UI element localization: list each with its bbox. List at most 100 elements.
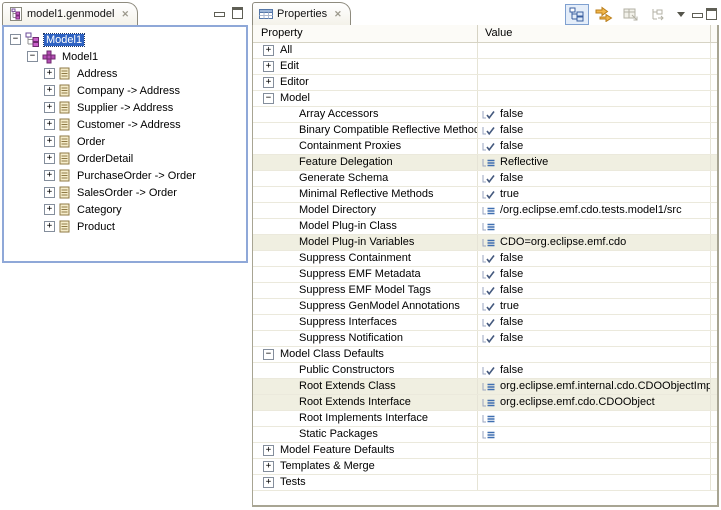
property-row[interactable]: Model Plug-in Class xyxy=(253,219,717,235)
expand-icon[interactable]: + xyxy=(44,153,55,164)
property-row[interactable]: Suppress Containment false xyxy=(253,251,717,267)
expand-icon[interactable]: + xyxy=(263,77,274,88)
tree-item[interactable]: + Address xyxy=(4,65,246,82)
property-row[interactable]: Static Packages xyxy=(253,427,717,443)
tree-item-package[interactable]: − Model1 xyxy=(4,48,246,65)
tree-item-label: Customer -> Address xyxy=(75,119,183,131)
expand-icon[interactable]: − xyxy=(10,34,21,45)
expand-icon[interactable]: + xyxy=(44,170,55,181)
expand-icon[interactable]: + xyxy=(44,187,55,198)
expand-icon[interactable]: − xyxy=(263,349,274,360)
property-label: Root Extends Class xyxy=(299,379,396,394)
tree-item-label: Category xyxy=(75,204,124,216)
tree-item[interactable]: + Order xyxy=(4,133,246,150)
expand-icon[interactable]: − xyxy=(27,51,38,62)
expand-icon[interactable]: + xyxy=(263,445,274,456)
value-icon xyxy=(482,190,496,200)
tree-item[interactable]: + PurchaseOrder -> Order xyxy=(4,167,246,184)
column-header-value[interactable]: Value xyxy=(478,25,711,42)
minimize-icon[interactable] xyxy=(692,13,703,18)
value-icon xyxy=(482,110,496,120)
expand-icon[interactable]: + xyxy=(263,477,274,488)
property-category-row[interactable]: + Model Feature Defaults xyxy=(253,443,717,459)
property-label: Suppress GenModel Annotations xyxy=(299,299,460,314)
minimize-icon[interactable] xyxy=(214,12,225,17)
expand-icon[interactable]: − xyxy=(263,93,274,104)
tree-item[interactable]: + Supplier -> Address xyxy=(4,99,246,116)
expand-icon[interactable]: + xyxy=(44,136,55,147)
property-row[interactable]: Root Extends Interface org.eclipse.emf.c… xyxy=(253,395,717,411)
column-header-property[interactable]: Property xyxy=(253,25,478,42)
property-row[interactable]: Suppress GenModel Annotations true xyxy=(253,299,717,315)
property-row[interactable]: Feature Delegation Reflective xyxy=(253,155,717,171)
row-sliver xyxy=(711,171,717,186)
expand-icon[interactable]: + xyxy=(263,61,274,72)
editor-tab[interactable]: model1.genmodel ✕ xyxy=(2,2,138,25)
tree-item-label: Product xyxy=(75,221,117,233)
property-value: /org.eclipse.emf.cdo.tests.model1/src xyxy=(500,203,682,218)
property-row[interactable]: Suppress Notification false xyxy=(253,331,717,347)
property-row[interactable]: Suppress EMF Metadata false xyxy=(253,267,717,283)
property-row[interactable]: Root Implements Interface xyxy=(253,411,717,427)
property-category-row[interactable]: + All xyxy=(253,43,717,59)
close-icon[interactable]: ✕ xyxy=(121,10,129,19)
property-label: Containment Proxies xyxy=(299,139,401,154)
property-category-row[interactable]: + Tests xyxy=(253,475,717,491)
tree-item[interactable]: + SalesOrder -> Order xyxy=(4,184,246,201)
view-menu-icon[interactable] xyxy=(673,4,689,25)
property-row[interactable]: Generate Schema false xyxy=(253,171,717,187)
expand-icon[interactable]: + xyxy=(263,461,274,472)
property-row[interactable]: Root Extends Class org.eclipse.emf.inter… xyxy=(253,379,717,395)
expand-icon[interactable]: + xyxy=(44,68,55,79)
property-category-row[interactable]: − Model xyxy=(253,91,717,107)
row-sliver xyxy=(711,315,717,330)
tree-item-root[interactable]: − Model1 xyxy=(4,31,246,48)
expand-icon[interactable]: + xyxy=(44,221,55,232)
tree-item[interactable]: + Company -> Address xyxy=(4,82,246,99)
row-sliver xyxy=(711,427,717,442)
editor-tabstrip: model1.genmodel ✕ xyxy=(2,2,248,26)
row-sliver xyxy=(711,139,717,154)
maximize-icon[interactable] xyxy=(706,8,717,20)
property-label: Suppress Interfaces xyxy=(299,315,397,330)
class-icon xyxy=(59,203,71,217)
property-category-row[interactable]: + Editor xyxy=(253,75,717,91)
property-row[interactable]: Containment Proxies false xyxy=(253,139,717,155)
property-category-row[interactable]: − Model Class Defaults xyxy=(253,347,717,363)
value-icon xyxy=(482,382,496,392)
properties-table-header: Property Value xyxy=(253,25,717,43)
expand-icon[interactable]: + xyxy=(44,119,55,130)
show-advanced-properties-button[interactable] xyxy=(592,4,616,25)
properties-table: Property Value + All + Edit + Editor − M xyxy=(252,25,719,507)
tree-item[interactable]: + Category xyxy=(4,201,246,218)
tree-item[interactable]: + Product xyxy=(4,218,246,235)
property-row[interactable]: Minimal Reflective Methods true xyxy=(253,187,717,203)
expand-icon[interactable]: + xyxy=(44,85,55,96)
row-sliver xyxy=(711,283,717,298)
expand-icon[interactable]: + xyxy=(263,45,274,56)
property-category-row[interactable]: + Templates & Merge xyxy=(253,459,717,475)
property-row[interactable]: Array Accessors false xyxy=(253,107,717,123)
pin-property-view-button[interactable] xyxy=(646,4,670,25)
close-icon[interactable]: ✕ xyxy=(334,10,342,19)
tree-item-label: Model1 xyxy=(44,34,84,46)
property-category-row[interactable]: + Edit xyxy=(253,59,717,75)
show-categories-button[interactable] xyxy=(565,4,589,25)
property-label: Minimal Reflective Methods xyxy=(299,187,434,202)
tree-item[interactable]: + Customer -> Address xyxy=(4,116,246,133)
properties-tab[interactable]: Properties ✕ xyxy=(252,2,351,25)
property-row[interactable]: Model Plug-in Variables CDO=org.eclipse.… xyxy=(253,235,717,251)
property-row[interactable]: Suppress EMF Model Tags false xyxy=(253,283,717,299)
restore-default-value-button[interactable] xyxy=(619,4,643,25)
value-icon xyxy=(482,126,496,136)
property-row[interactable]: Binary Compatible Reflective Methods fal… xyxy=(253,123,717,139)
property-row[interactable]: Model Directory /org.eclipse.emf.cdo.tes… xyxy=(253,203,717,219)
property-row[interactable]: Suppress Interfaces false xyxy=(253,315,717,331)
expand-icon[interactable]: + xyxy=(44,102,55,113)
value-icon xyxy=(482,238,496,248)
class-icon xyxy=(59,67,71,81)
tree-item[interactable]: + OrderDetail xyxy=(4,150,246,167)
maximize-icon[interactable] xyxy=(232,7,243,19)
property-row[interactable]: Public Constructors false xyxy=(253,363,717,379)
expand-icon[interactable]: + xyxy=(44,204,55,215)
